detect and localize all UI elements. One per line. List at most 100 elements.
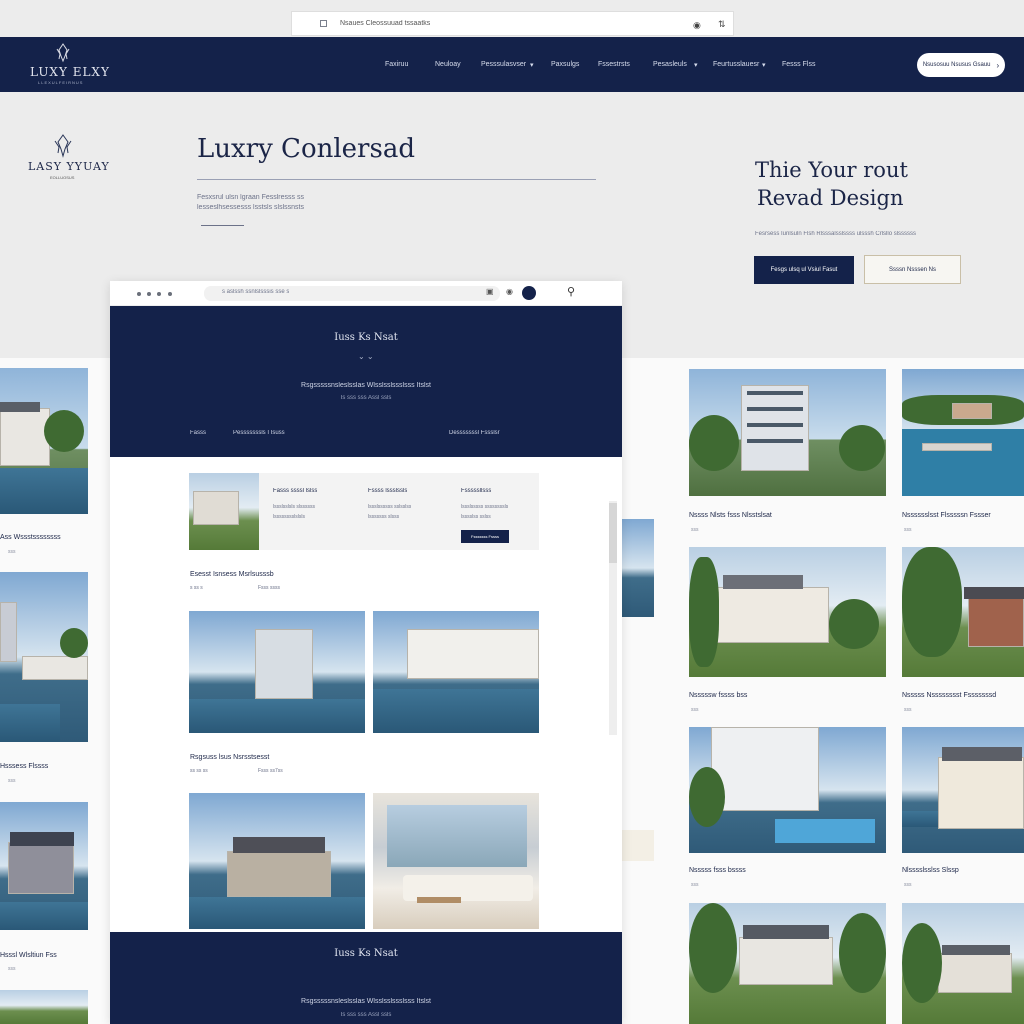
nav-item-2[interactable]: Neuloay [435, 61, 461, 68]
mockup-image-villa[interactable] [373, 611, 539, 733]
coffee-table [417, 897, 461, 903]
primary-cta-button[interactable]: Fesgs ulsq ul Vsiul Fasut [754, 256, 854, 284]
mockup-tab-home[interactable]: Fasss [190, 430, 206, 436]
filter-search-label: Fsssssss Fssss [471, 534, 499, 539]
nav-item-3[interactable]: Pesssulasvser [481, 61, 526, 68]
gallery-image-1[interactable] [689, 369, 886, 496]
gallery-caption-6: Nlsssslsslss Slssp [902, 867, 959, 874]
nav-item-4[interactable]: Paxsulgs [551, 61, 579, 68]
browser-url-bar[interactable]: Nsaues Cleossuuad tssaatks ◉ ⇅ [291, 11, 734, 36]
apartment-tower [741, 385, 809, 471]
tree [689, 903, 737, 993]
pool [775, 819, 875, 843]
left-image-3[interactable] [0, 802, 88, 930]
filter-col-1-line-2: lsssssssslslsls [273, 514, 305, 520]
gallery-caption-3: Nsssssw fssss bss [689, 692, 748, 699]
filter-col-3-line-2: lsssslss sslss [461, 514, 491, 520]
nav-item-7[interactable]: Feurtusslauesr [713, 61, 759, 68]
reader-icon[interactable]: ▣ [486, 287, 494, 296]
nav-item-5[interactable]: Fssestrsts [598, 61, 630, 68]
gallery-subcaption-2: sss [904, 527, 912, 533]
mockup-hero-title: Iuss Ks Nsat [334, 332, 398, 343]
filter-search-button[interactable]: Fsssssss Fssss [461, 530, 509, 543]
gallery-image-7[interactable] [689, 903, 886, 1024]
house [0, 408, 50, 466]
glass-tower [255, 629, 313, 699]
header-cta-button[interactable]: Nsusosuu Nsusus Gsauu › [917, 53, 1005, 77]
peek-image[interactable] [622, 519, 654, 617]
mockup-hero-meta: Is sss sss Assl ssls [340, 395, 392, 401]
gallery-subcaption-4: sss [904, 707, 912, 713]
section2-meta-b: Fsss ss7ss [258, 768, 283, 774]
tree [839, 425, 885, 471]
mockup-url-field[interactable]: s aslssh ssnlslsssis sse s [204, 286, 500, 301]
scrollbar-thumb[interactable] [609, 503, 617, 563]
nav-item-6[interactable]: Pesasleuls [653, 61, 687, 68]
gallery-image-3[interactable] [689, 547, 886, 677]
window-dot [137, 292, 141, 296]
left-image-4[interactable] [0, 990, 88, 1024]
primary-cta-label: Fesgs ulsq ul Vsiul Fasut [770, 267, 838, 273]
brand-logo[interactable]: LUXY ELXY LLEXULFEIRNUS [28, 41, 109, 87]
secondary-cta-button[interactable]: Ssssn Nsssen Ns [864, 255, 961, 284]
nav-item-3-caret[interactable]: ▾ [530, 61, 534, 69]
search-icon[interactable]: ⚲ [567, 285, 575, 298]
right-desc: Fesrsess Iunlsuln Flsh Rlsssalsslssss ul… [755, 231, 917, 237]
mockup-image-estate[interactable] [189, 793, 365, 929]
nav-item-8[interactable]: Fesss Flss [782, 61, 815, 68]
filter-col-2-title: Fssss lssslssls [368, 488, 408, 494]
chevron-down-icon[interactable]: ⌄ ⌄ [358, 352, 374, 361]
white-villa [407, 629, 539, 679]
gallery-image-6[interactable] [902, 727, 1024, 853]
villa-water [373, 689, 539, 733]
left-image-1[interactable] [0, 368, 88, 514]
highrise [711, 727, 819, 811]
villa [938, 953, 1012, 993]
hero-logo-text: LASY YYUAY [28, 160, 110, 173]
left-subcaption-1: sss [8, 549, 16, 555]
profile-icon[interactable] [522, 286, 536, 300]
mockup-image-tower[interactable] [189, 611, 365, 733]
hero-desc-1: Fesxsrul ulsn lgraan Fesslresss ss [197, 194, 304, 201]
gallery-image-2[interactable] [902, 369, 1024, 496]
lock-icon[interactable]: ◉ [693, 20, 701, 31]
water [902, 429, 1024, 496]
hero-title: Luxry Conlersad [197, 134, 415, 164]
nav-item-7-caret[interactable]: ▾ [762, 61, 766, 69]
houses [952, 403, 992, 419]
left-image-2[interactable] [0, 572, 88, 742]
nav-item-6-caret[interactable]: ▾ [694, 61, 698, 69]
gallery-image-4[interactable] [902, 547, 1024, 677]
gallery-image-5[interactable] [689, 727, 886, 853]
gallery-subcaption-5: sss [691, 882, 699, 888]
mockup-tab-properties[interactable]: Pesssssssls I Isuss [233, 430, 285, 436]
tree [829, 599, 879, 649]
browser-mockup: s aslssh ssnlslsssis sse s ▣ ◉ ⚲ Iuss Ks… [110, 281, 622, 1024]
mockup-image-interior[interactable] [373, 793, 539, 929]
roof [942, 747, 1022, 761]
brick-house [968, 597, 1024, 647]
gallery-subcaption-6: sss [904, 882, 912, 888]
mockup-tab-design[interactable]: Desssssssl Fssslsr [449, 430, 500, 436]
url-text: Nsaues Cleossuuad tssaatks [340, 20, 431, 27]
roof [233, 837, 325, 853]
left-caption-3: Hsssl Wlsltiun Fss [0, 952, 57, 959]
window-dot [147, 292, 151, 296]
tree [689, 557, 719, 667]
mockup-scrollbar[interactable] [609, 501, 617, 735]
tower-windows [747, 439, 803, 443]
nav-item-1[interactable]: Faxiruu [385, 61, 408, 68]
extension-icon[interactable]: ◉ [506, 287, 513, 296]
roof [942, 945, 1010, 955]
filter-col-1-title: Fasss ssssl lslss [273, 488, 318, 494]
gallery-image-8[interactable] [902, 903, 1024, 1024]
filter-col-3-line-1: lssslsssss ssssssssls [461, 504, 509, 510]
left-caption-1: Ass Wssstssssssss [0, 534, 61, 541]
share-icon[interactable]: ⇅ [718, 19, 726, 30]
search-filter-card: Fasss ssssl lslss lssslsslsls slssssss l… [189, 473, 539, 550]
pool [0, 704, 60, 742]
tree [60, 628, 88, 658]
gallery-caption-4: Nsssss Nsssssssst Fsssssssd [902, 692, 997, 699]
left-subcaption-3: sss [8, 966, 16, 972]
peek-card [622, 830, 654, 861]
